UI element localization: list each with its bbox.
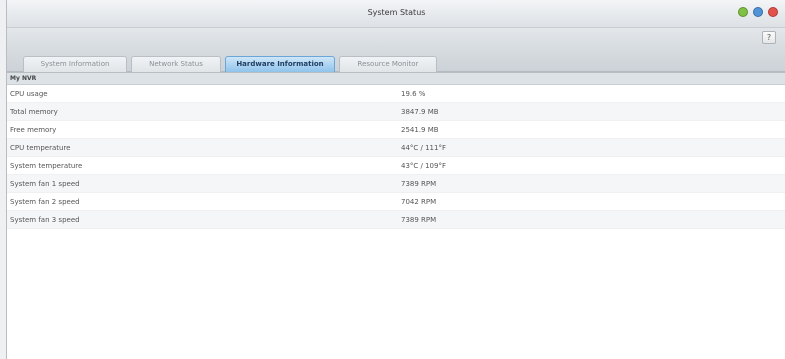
list-item: Free memory 2541.9 MB [7, 121, 785, 139]
row-label: System fan 1 speed [10, 179, 80, 188]
window-title: System Status [367, 8, 426, 17]
row-label: CPU temperature [10, 143, 71, 152]
list-item: System fan 2 speed 7042 RPM [7, 193, 785, 211]
row-label: System fan 2 speed [10, 197, 80, 206]
list-item: CPU usage 19.6 % [7, 85, 785, 103]
toolbar: ? [7, 28, 785, 46]
row-label: System temperature [10, 161, 83, 170]
group-header: My NVR [7, 73, 785, 85]
tab-strip: System Information Network Status Hardwa… [7, 46, 785, 72]
row-value: 19.6 % [401, 89, 426, 98]
row-value: 7042 RPM [401, 197, 437, 206]
maximize-icon[interactable] [753, 7, 763, 17]
row-label: CPU usage [10, 89, 48, 98]
row-value: 2541.9 MB [401, 125, 439, 134]
list-item: System fan 1 speed 7389 RPM [7, 175, 785, 193]
minimize-icon[interactable] [738, 7, 748, 17]
tab-hardware-information[interactable]: Hardware Information [225, 56, 335, 72]
row-value: 43°C / 109°F [401, 161, 446, 170]
row-value: 7389 RPM [401, 215, 437, 224]
row-label: Total memory [10, 107, 58, 116]
list-item: Total memory 3847.9 MB [7, 103, 785, 121]
row-label: System fan 3 speed [10, 215, 80, 224]
tab-system-information[interactable]: System Information [23, 56, 127, 72]
system-status-window: System Status ? System Information Netwo… [6, 0, 785, 359]
title-bar[interactable]: System Status [7, 0, 785, 28]
help-button[interactable]: ? [762, 31, 776, 44]
list-item: System fan 3 speed 7389 RPM [7, 211, 785, 229]
window-controls [738, 7, 778, 17]
close-icon[interactable] [768, 7, 778, 17]
row-value: 7389 RPM [401, 179, 437, 188]
row-value: 44°C / 111°F [401, 143, 446, 152]
tab-resource-monitor[interactable]: Resource Monitor [339, 56, 437, 72]
row-label: Free memory [10, 125, 57, 134]
list-item: System temperature 43°C / 109°F [7, 157, 785, 175]
list-item: CPU temperature 44°C / 111°F [7, 139, 785, 157]
row-value: 3847.9 MB [401, 107, 439, 116]
tab-network-status[interactable]: Network Status [131, 56, 221, 72]
hardware-info-list: My NVR CPU usage 19.6 % Total memory 384… [7, 72, 785, 359]
